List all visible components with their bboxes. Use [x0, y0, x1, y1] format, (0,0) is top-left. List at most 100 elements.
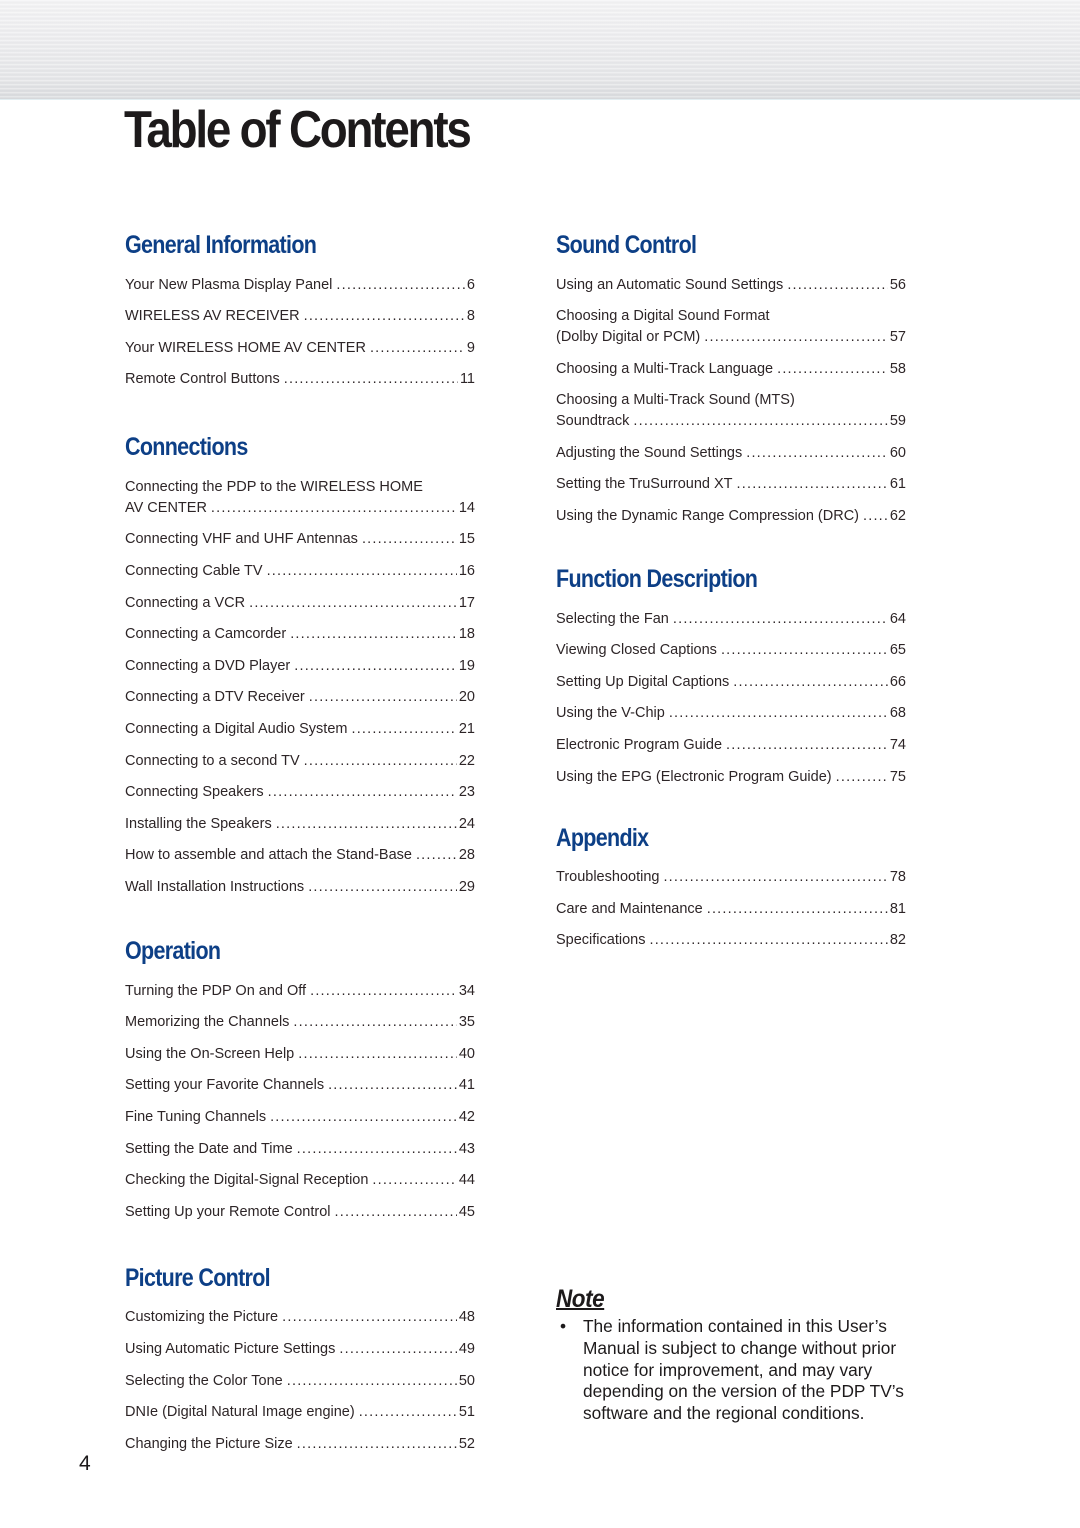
dot-leader: [310, 981, 457, 1002]
toc-entry[interactable]: Connecting the PDP to the WIRELESS HOME A…: [125, 466, 475, 519]
section-general-information: General Information Your New Plasma Disp…: [125, 228, 475, 390]
toc-entry[interactable]: Turning the PDP On and Off 34: [125, 970, 475, 1002]
toc-entry[interactable]: Using an Automatic Sound Settings 56: [556, 264, 906, 296]
toc-entry-label: Setting the TruSurround XT: [556, 476, 733, 493]
dot-leader: [294, 656, 457, 677]
toc-entry-label: Using an Automatic Sound Settings: [556, 276, 784, 293]
dot-leader: [268, 782, 457, 803]
toc-entry[interactable]: Wall Installation Instructions 29: [125, 866, 475, 898]
toc-entry[interactable]: Connecting to a second TV 22: [125, 740, 475, 772]
dot-leader: [297, 1434, 457, 1455]
toc-entry[interactable]: Connecting a DVD Player 19: [125, 645, 475, 677]
page-title: Table of Contents: [124, 101, 472, 159]
section-title: General Information: [125, 231, 317, 259]
toc-entry[interactable]: Your New Plasma Display Panel 6: [125, 264, 475, 296]
toc-entry[interactable]: Remote Control Buttons 11: [125, 359, 475, 391]
toc-entry-page: 78: [889, 869, 906, 886]
toc-entry-label: Changing the Picture Size: [125, 1435, 293, 1452]
toc-entry[interactable]: Connecting a Camcorder 18: [125, 614, 475, 646]
toc-entry[interactable]: Connecting VHF and UHF Antennas 15: [125, 519, 475, 551]
toc-entry-label: Customizing the Picture: [125, 1309, 279, 1326]
toc-entry[interactable]: Using the Dynamic Range Compression (DRC…: [556, 495, 906, 527]
dot-leader: [737, 474, 888, 495]
toc-entry[interactable]: Care and Maintenance 81: [556, 888, 906, 920]
toc-entry[interactable]: Setting the TruSurround XT 61: [556, 464, 906, 496]
toc-entry[interactable]: Selecting the Color Tone 50: [125, 1360, 475, 1392]
toc-entry[interactable]: Using the On-Screen Help 40: [125, 1033, 475, 1065]
toc-entry[interactable]: Customizing the Picture 48: [125, 1297, 475, 1329]
toc-entry-page: 40: [458, 1045, 475, 1062]
toc-entry[interactable]: How to assemble and attach the Stand-Bas…: [125, 835, 475, 867]
toc-entry-label: Care and Maintenance: [556, 900, 703, 917]
toc-entry-label: Connecting Speakers: [125, 784, 264, 801]
toc-entry[interactable]: DNIe (Digital Natural Image engine) 51: [125, 1392, 475, 1424]
toc-entry-page: 19: [458, 657, 475, 674]
toc-entry-page: 68: [889, 705, 906, 722]
toc-entry[interactable]: Connecting Cable TV 16: [125, 550, 475, 582]
toc-entry[interactable]: Installing the Speakers 24: [125, 803, 475, 835]
toc-entry[interactable]: Setting your Favorite Channels 41: [125, 1065, 475, 1097]
toc-entry[interactable]: Connecting a Digital Audio System 21: [125, 708, 475, 740]
toc-entry[interactable]: Your WIRELESS HOME AV CENTER 9: [125, 327, 475, 359]
toc-entry[interactable]: Changing the Picture Size 52: [125, 1423, 475, 1455]
toc-entry[interactable]: Connecting a DTV Receiver 20: [125, 677, 475, 709]
toc-entry[interactable]: Choosing a Multi-Track Sound (MTS) Soundt…: [556, 380, 906, 433]
entry-list: Your New Plasma Display Panel 6 WIRELESS A…: [125, 264, 475, 390]
toc-entry-page: 57: [889, 329, 906, 346]
toc-entry-page: 44: [458, 1172, 475, 1189]
toc-entry[interactable]: Setting Up your Remote Control 45: [125, 1191, 475, 1223]
dot-leader: [359, 1402, 457, 1423]
toc-entry-label-line1: Choosing a Digital Sound Format: [556, 308, 770, 325]
toc-entry-page: 65: [889, 642, 906, 659]
toc-entry-page: 42: [458, 1108, 475, 1125]
toc-entry[interactable]: Troubleshooting 78: [556, 857, 906, 889]
dot-leader: [633, 411, 888, 432]
toc-entry[interactable]: Electronic Program Guide 74: [556, 724, 906, 756]
toc-entry-label-line1: Connecting the PDP to the WIRELESS HOME: [125, 478, 423, 495]
toc-entry-page: 74: [889, 736, 906, 753]
toc-entry-page: 15: [458, 531, 475, 548]
toc-entry[interactable]: Setting the Date and Time 43: [125, 1128, 475, 1160]
toc-entry-page: 16: [458, 563, 475, 580]
toc-entry[interactable]: Using Automatic Picture Settings 49: [125, 1328, 475, 1360]
dot-leader: [304, 306, 465, 327]
toc-entry-page: 22: [458, 752, 475, 769]
toc-entry-page: 34: [458, 982, 475, 999]
dot-leader: [308, 877, 457, 898]
toc-entry[interactable]: Choosing a Digital Sound Format (Dolby Di…: [556, 296, 906, 349]
toc-entry[interactable]: Using the V-Chip 68: [556, 693, 906, 725]
toc-entry-page: 51: [458, 1404, 475, 1421]
dot-leader: [721, 640, 888, 661]
toc-entry-page: 49: [458, 1340, 475, 1357]
toc-entry[interactable]: Checking the Digital-Signal Reception 44: [125, 1160, 475, 1192]
toc-entry[interactable]: Fine Tuning Channels 42: [125, 1096, 475, 1128]
toc-entry[interactable]: Selecting the Fan 64: [556, 598, 906, 630]
toc-entry[interactable]: Setting Up Digital Captions 66: [556, 661, 906, 693]
toc-entry[interactable]: Connecting a VCR 17: [125, 582, 475, 614]
toc-entry[interactable]: Memorizing the Channels 35: [125, 1002, 475, 1034]
dot-leader: [284, 369, 458, 390]
toc-entry[interactable]: Adjusting the Sound Settings 60: [556, 432, 906, 464]
toc-entry-page: 56: [889, 276, 906, 293]
toc-entry[interactable]: Connecting Speakers 23: [125, 772, 475, 804]
toc-entry-page: 6: [466, 276, 475, 293]
toc-entry[interactable]: Choosing a Multi-Track Language 58: [556, 348, 906, 380]
toc-entry[interactable]: WIRELESS AV RECEIVER 8: [125, 296, 475, 328]
toc-entry-page: 64: [889, 610, 906, 627]
toc-entry-page: 59: [889, 413, 906, 430]
toc-entry-page: 24: [458, 815, 475, 832]
toc-entry-label: Remote Control Buttons: [125, 371, 280, 388]
toc-entry-page: 81: [889, 900, 906, 917]
toc-entry-label: How to assemble and attach the Stand-Bas…: [125, 847, 412, 864]
section-connections: Connections Connecting the PDP to the WI…: [125, 430, 475, 898]
dot-leader: [287, 1371, 457, 1392]
toc-entry[interactable]: Using the EPG (Electronic Program Guide)…: [556, 756, 906, 788]
dot-leader: [863, 506, 888, 527]
toc-entry-label: Connecting a Digital Audio System: [125, 721, 348, 738]
toc-entry[interactable]: Specifications 82: [556, 920, 906, 952]
entry-list: Turning the PDP On and Off 34 Memorizing t…: [125, 970, 475, 1223]
toc-entry-page: 58: [889, 360, 906, 377]
toc-entry-label: Connecting VHF and UHF Antennas: [125, 531, 358, 548]
toc-entry-label: Choosing a Multi-Track Language: [556, 360, 774, 377]
toc-entry[interactable]: Viewing Closed Captions 65: [556, 630, 906, 662]
